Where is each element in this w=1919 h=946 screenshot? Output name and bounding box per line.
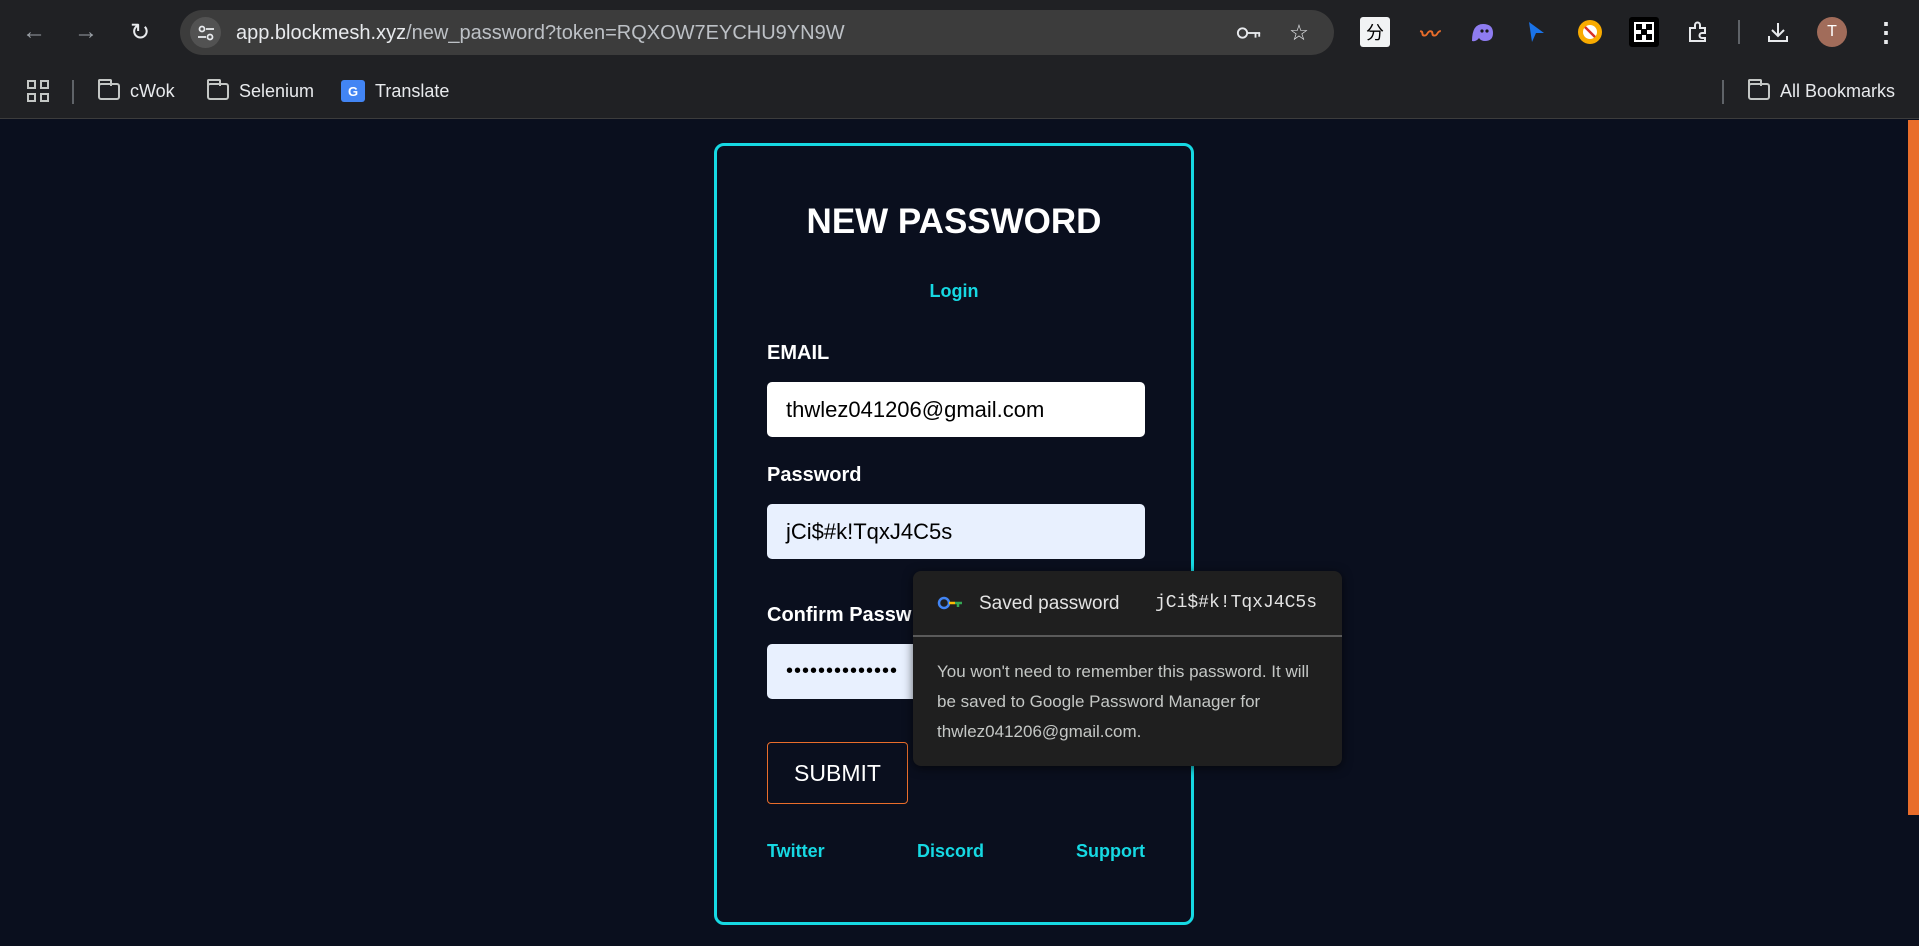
bookmark-label: cWok xyxy=(130,80,175,101)
reload-icon[interactable]: ↻ xyxy=(122,14,158,50)
all-bookmarks-label: All Bookmarks xyxy=(1780,80,1896,101)
url-text[interactable]: app.blockmesh.xyz/new_password?token=RQX… xyxy=(236,22,845,45)
waveform-extension-icon[interactable]: 〰 xyxy=(1413,17,1443,47)
folder-icon xyxy=(207,78,229,100)
back-icon[interactable]: ← xyxy=(16,14,52,50)
browser-toolbar: ← → ↻ app.blockmesh.xyz/new_password?tok… xyxy=(0,0,1919,64)
password-suggestion-popup: Saved password jCi$#k!TqxJ4C5s You won't… xyxy=(913,571,1342,766)
ghost-extension-icon[interactable] xyxy=(1467,17,1497,47)
saved-password-value: jCi$#k!TqxJ4C5s xyxy=(1154,593,1317,613)
forward-icon[interactable]: → xyxy=(68,14,104,50)
saved-password-label: Saved password xyxy=(979,593,1120,614)
site-info-icon[interactable] xyxy=(190,17,221,48)
scrollbar-thumb[interactable] xyxy=(1908,120,1919,815)
email-field[interactable]: thwlez041206@gmail.com xyxy=(767,382,1145,437)
bookmarks-divider-right xyxy=(1722,80,1724,104)
translate-extension-icon[interactable]: 分 xyxy=(1360,17,1390,47)
all-bookmarks[interactable]: All Bookmarks xyxy=(1748,77,1895,105)
login-link[interactable]: Login xyxy=(717,281,1191,302)
password-field[interactable]: jCi$#k!TqxJ4C5s xyxy=(767,504,1145,559)
new-password-card: NEW PASSWORD Login EMAIL thwlez041206@gm… xyxy=(714,143,1194,925)
bookmark-star-icon[interactable]: ☆ xyxy=(1286,20,1312,46)
bookmark-cwok[interactable]: cWok xyxy=(98,77,175,105)
bookmarks-divider xyxy=(72,80,74,104)
saved-password-row[interactable]: Saved password jCi$#k!TqxJ4C5s xyxy=(913,571,1342,637)
profile-avatar[interactable]: T xyxy=(1817,17,1847,47)
badge-extension-icon[interactable] xyxy=(1575,17,1605,47)
toolbar-divider xyxy=(1738,20,1740,44)
folder-icon xyxy=(98,78,120,100)
url-path: /new_password?token=RQXOW7EYCHU9YN9W xyxy=(406,22,845,44)
password-key-icon[interactable] xyxy=(1236,20,1262,46)
confirm-password-label: Confirm Passw xyxy=(767,604,912,626)
page-title: NEW PASSWORD xyxy=(806,202,1102,241)
extensions-puzzle-icon[interactable] xyxy=(1683,17,1713,47)
bookmark-label: Translate xyxy=(375,80,450,101)
bookmark-selenium[interactable]: Selenium xyxy=(207,77,314,105)
twitter-link[interactable]: Twitter xyxy=(767,841,825,862)
bookmark-label: Selenium xyxy=(239,80,315,101)
support-link[interactable]: Support xyxy=(1076,841,1145,862)
bookmark-translate[interactable]: G Translate xyxy=(341,77,449,105)
bookmarks-bar: cWok Selenium G Translate All Bookmarks xyxy=(0,64,1919,119)
menu-kebab-icon[interactable]: ⋮ xyxy=(1871,17,1901,47)
submit-button[interactable]: SUBMIT xyxy=(767,742,908,804)
download-icon[interactable] xyxy=(1763,17,1793,47)
cursor-extension-icon[interactable] xyxy=(1521,17,1551,47)
address-bar[interactable]: app.blockmesh.xyz/new_password?token=RQX… xyxy=(180,10,1334,55)
google-translate-icon: G xyxy=(341,80,365,102)
google-key-icon xyxy=(937,596,962,610)
discord-link[interactable]: Discord xyxy=(917,841,984,862)
dice-extension-icon[interactable] xyxy=(1629,17,1659,47)
password-label: Password xyxy=(767,464,862,486)
apps-grid-icon[interactable] xyxy=(27,77,49,105)
popup-message: You won't need to remember this password… xyxy=(937,662,1310,741)
url-host: app.blockmesh.xyz xyxy=(236,22,407,44)
email-label: EMAIL xyxy=(767,342,830,364)
folder-icon xyxy=(1748,78,1770,100)
